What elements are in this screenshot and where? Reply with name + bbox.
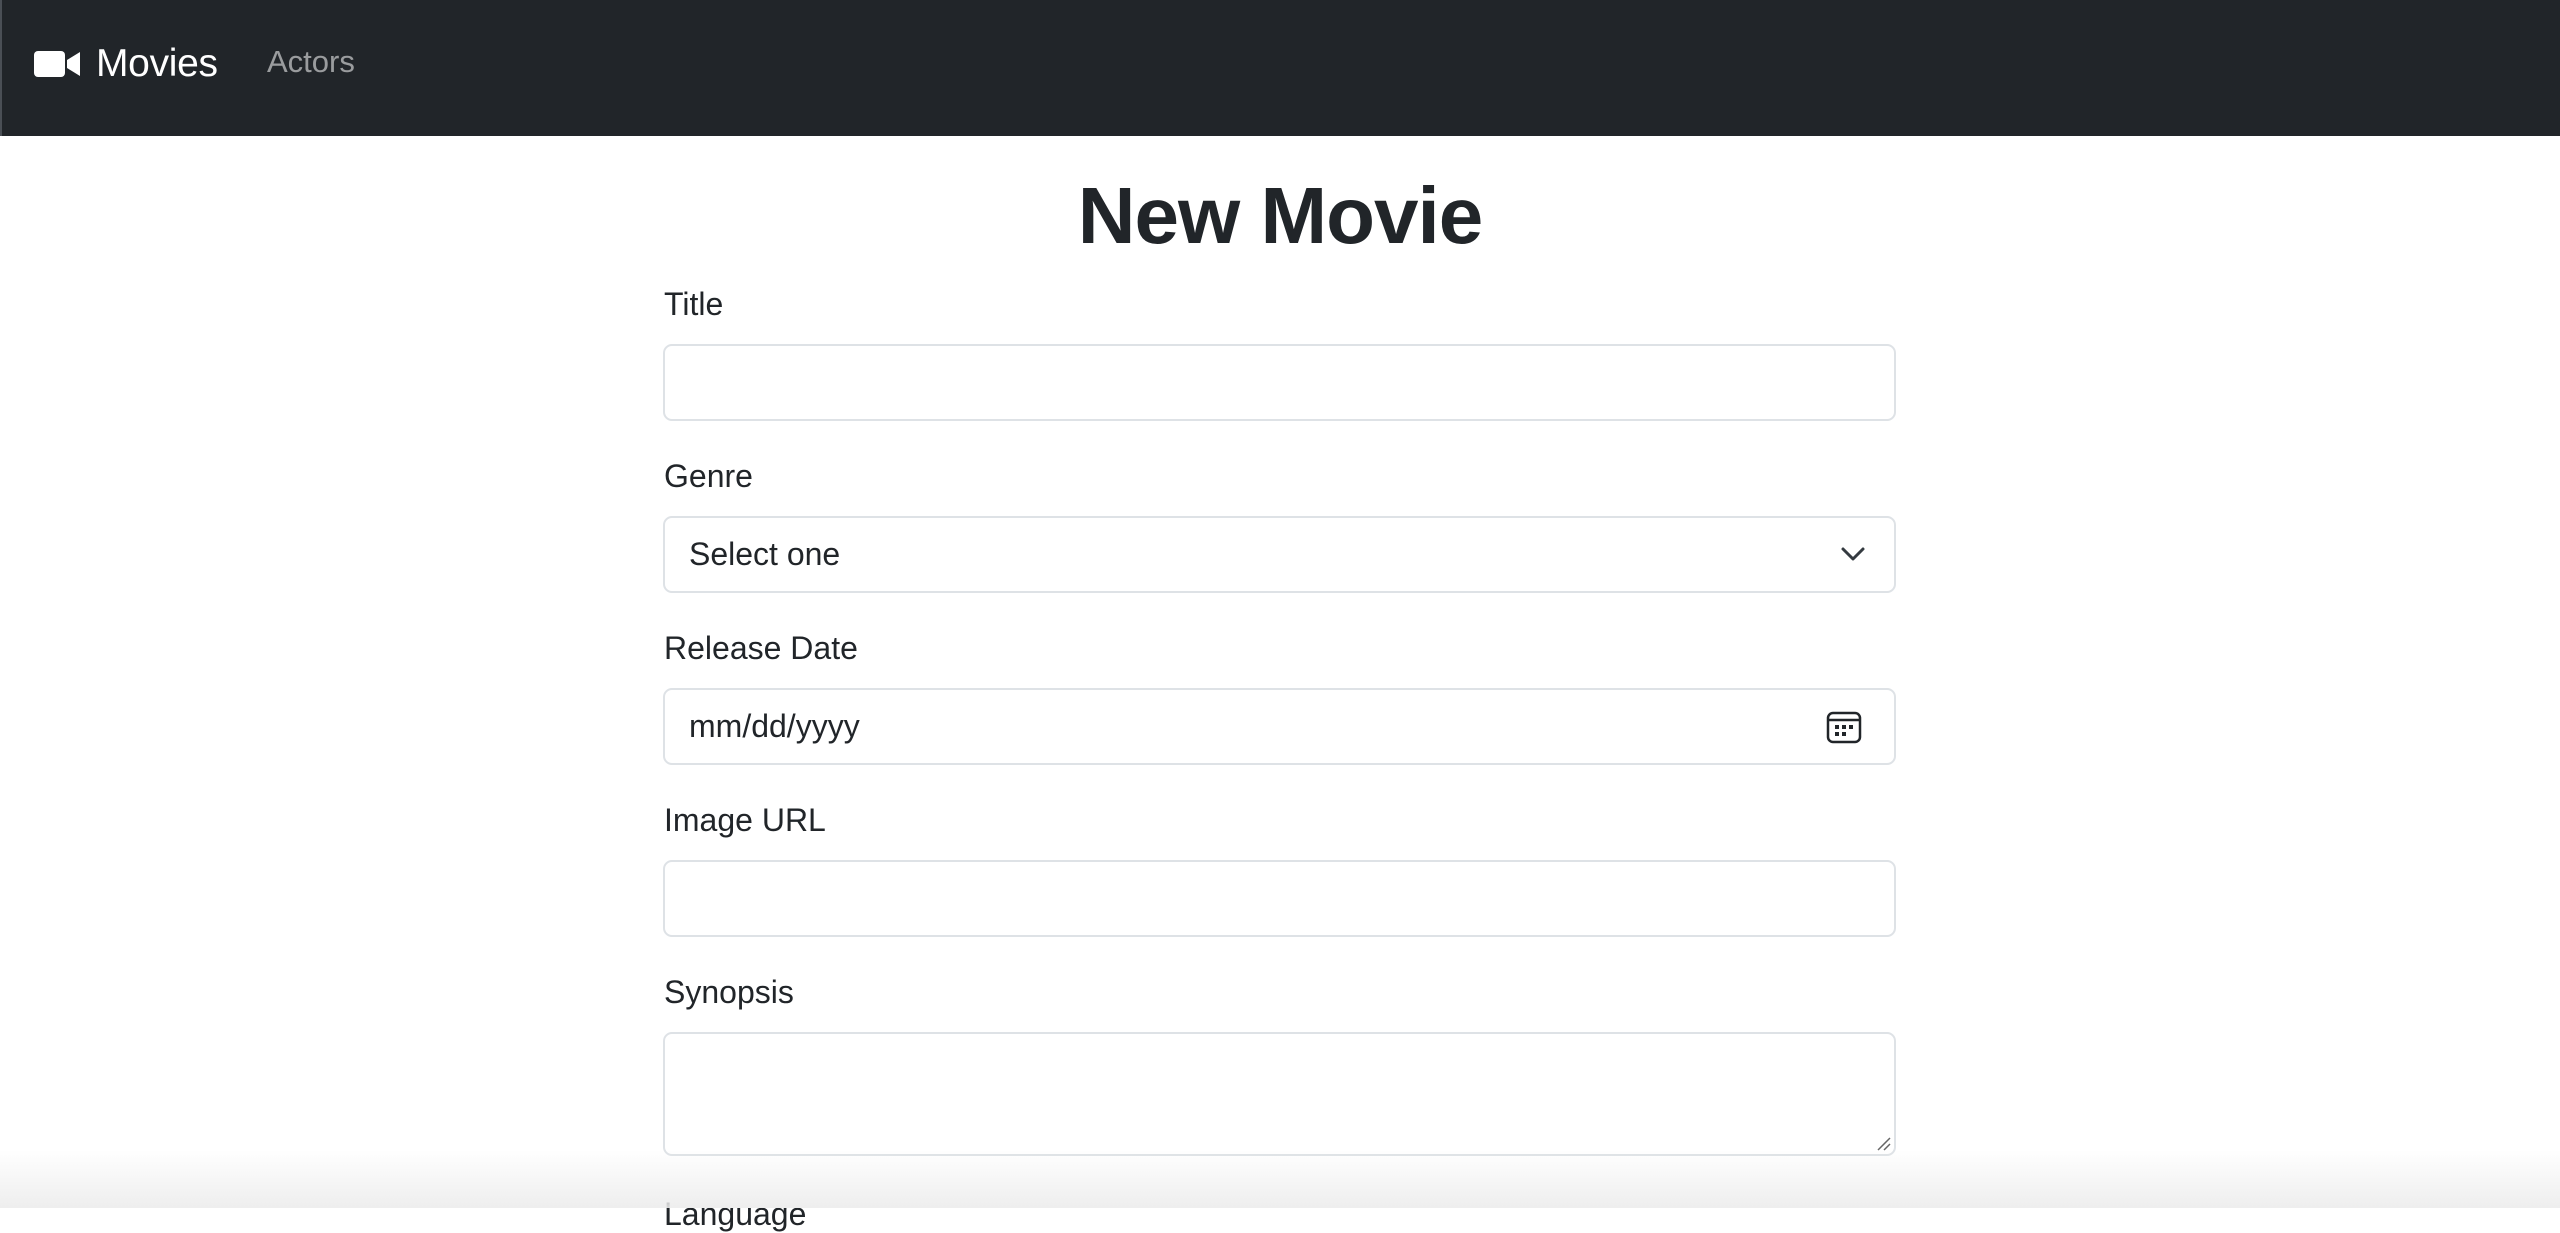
release-date-input[interactable]: mm/dd/yyyy — [663, 688, 1896, 765]
title-label: Title — [664, 286, 724, 322]
scroll-fade — [0, 1150, 2560, 1208]
brand-label: Movies — [96, 42, 218, 85]
genre-select[interactable]: Select one — [663, 516, 1896, 593]
genre-label: Genre — [664, 458, 753, 494]
video-camera-icon — [34, 51, 80, 77]
language-label: Language — [664, 1196, 807, 1232]
brand-link[interactable]: Movies — [34, 36, 218, 92]
genre-selected-value: Select one — [689, 536, 841, 572]
resize-handle-icon[interactable] — [1872, 1132, 1892, 1152]
synopsis-label: Synopsis — [664, 974, 794, 1010]
navbar: Movies Actors — [0, 0, 2560, 136]
chevron-down-icon — [1841, 547, 1865, 561]
release-date-placeholder: mm/dd/yyyy — [689, 708, 860, 744]
image-url-label: Image URL — [664, 802, 826, 838]
synopsis-textarea[interactable] — [663, 1032, 1896, 1156]
release-date-label: Release Date — [664, 630, 858, 666]
calendar-icon[interactable] — [1826, 709, 1862, 745]
image-url-input[interactable] — [663, 860, 1896, 937]
nav-link-actors[interactable]: Actors — [267, 44, 355, 80]
page-title: New Movie — [1077, 171, 1483, 260]
title-input[interactable] — [663, 344, 1896, 421]
